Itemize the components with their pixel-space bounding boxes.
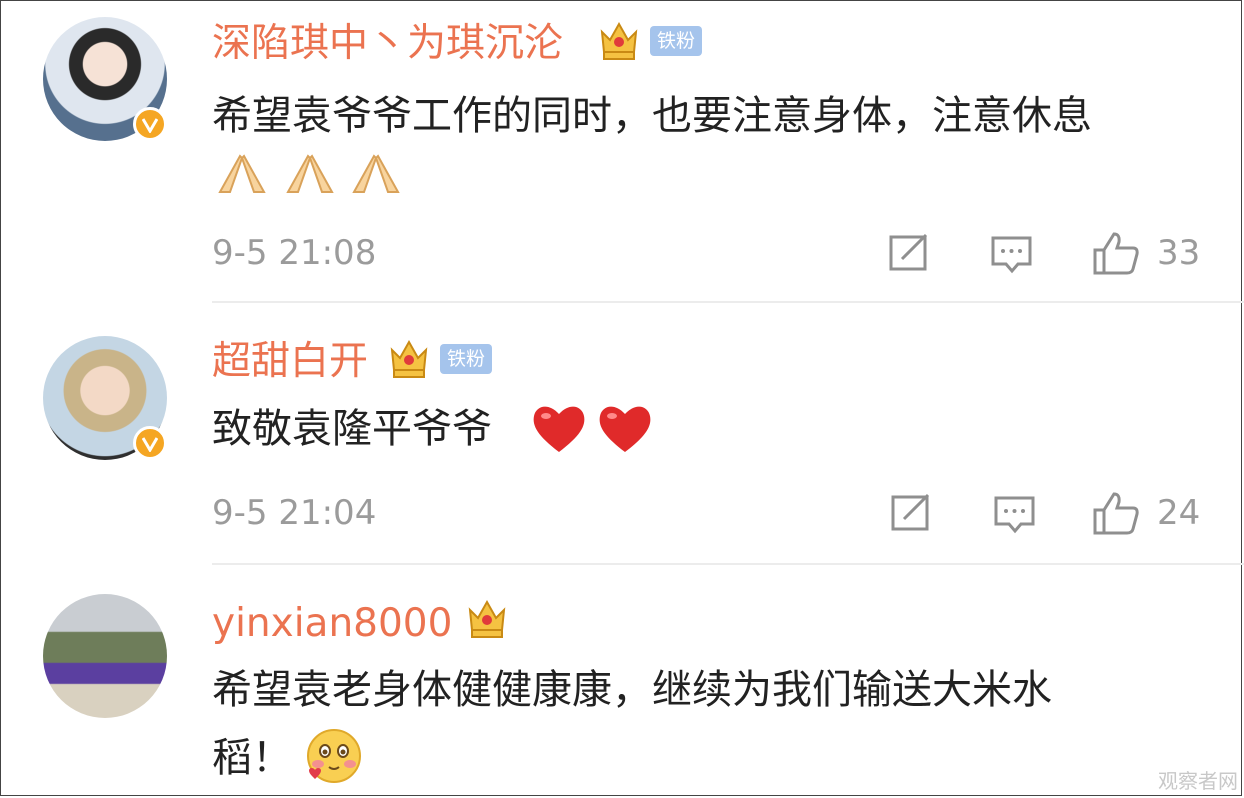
username[interactable]: yinxian8000 [212, 604, 452, 643]
crown-icon [468, 599, 506, 638]
repost-icon[interactable] [890, 492, 934, 532]
like-icon[interactable] [1092, 490, 1140, 536]
comment-text: 致敬袁隆平爷爷 [212, 406, 492, 452]
timestamp: 9-5 21:04 [212, 493, 377, 533]
comment-text: 希望袁爷爷工作的同时，也要注意身体，注意休息 [212, 93, 1092, 139]
avatar-image [43, 594, 167, 718]
repost-icon[interactable] [888, 232, 932, 272]
timestamp: 9-5 21:08 [212, 233, 377, 273]
comment-icon[interactable] [993, 494, 1037, 534]
comment-icon[interactable] [990, 234, 1034, 274]
avatar[interactable] [43, 594, 167, 718]
pray-emoji-icon [352, 154, 400, 193]
like-count: 33 [1157, 233, 1201, 273]
heart-emoji-icon [599, 406, 651, 452]
divider [212, 301, 1244, 303]
divider [212, 563, 1244, 565]
pray-emoji-icon [286, 154, 334, 193]
fan-badge: 铁粉 [440, 344, 493, 374]
comment-text-line2: 稻！ [212, 735, 292, 781]
like-icon[interactable] [1092, 230, 1140, 276]
verified-badge-icon [133, 107, 167, 141]
like-count: 24 [1157, 493, 1201, 533]
crown-icon [390, 339, 428, 378]
crown-icon [600, 21, 638, 60]
heart-emoji-icon [533, 406, 585, 452]
watermark: 观察者网 [1158, 769, 1238, 793]
pray-emoji-icon [218, 154, 266, 193]
avatar[interactable] [43, 336, 167, 460]
verified-badge-icon [133, 426, 167, 460]
blush-face-emoji-icon [307, 729, 361, 783]
fan-badge: 铁粉 [650, 26, 703, 56]
username[interactable]: 超甜白开 [212, 342, 368, 381]
username[interactable]: 深陷琪中丶为琪沉沦 [212, 24, 563, 63]
comment-text-line1: 希望袁老身体健健康康，继续为我们输送大米水 [212, 667, 1052, 713]
avatar[interactable] [43, 17, 167, 141]
